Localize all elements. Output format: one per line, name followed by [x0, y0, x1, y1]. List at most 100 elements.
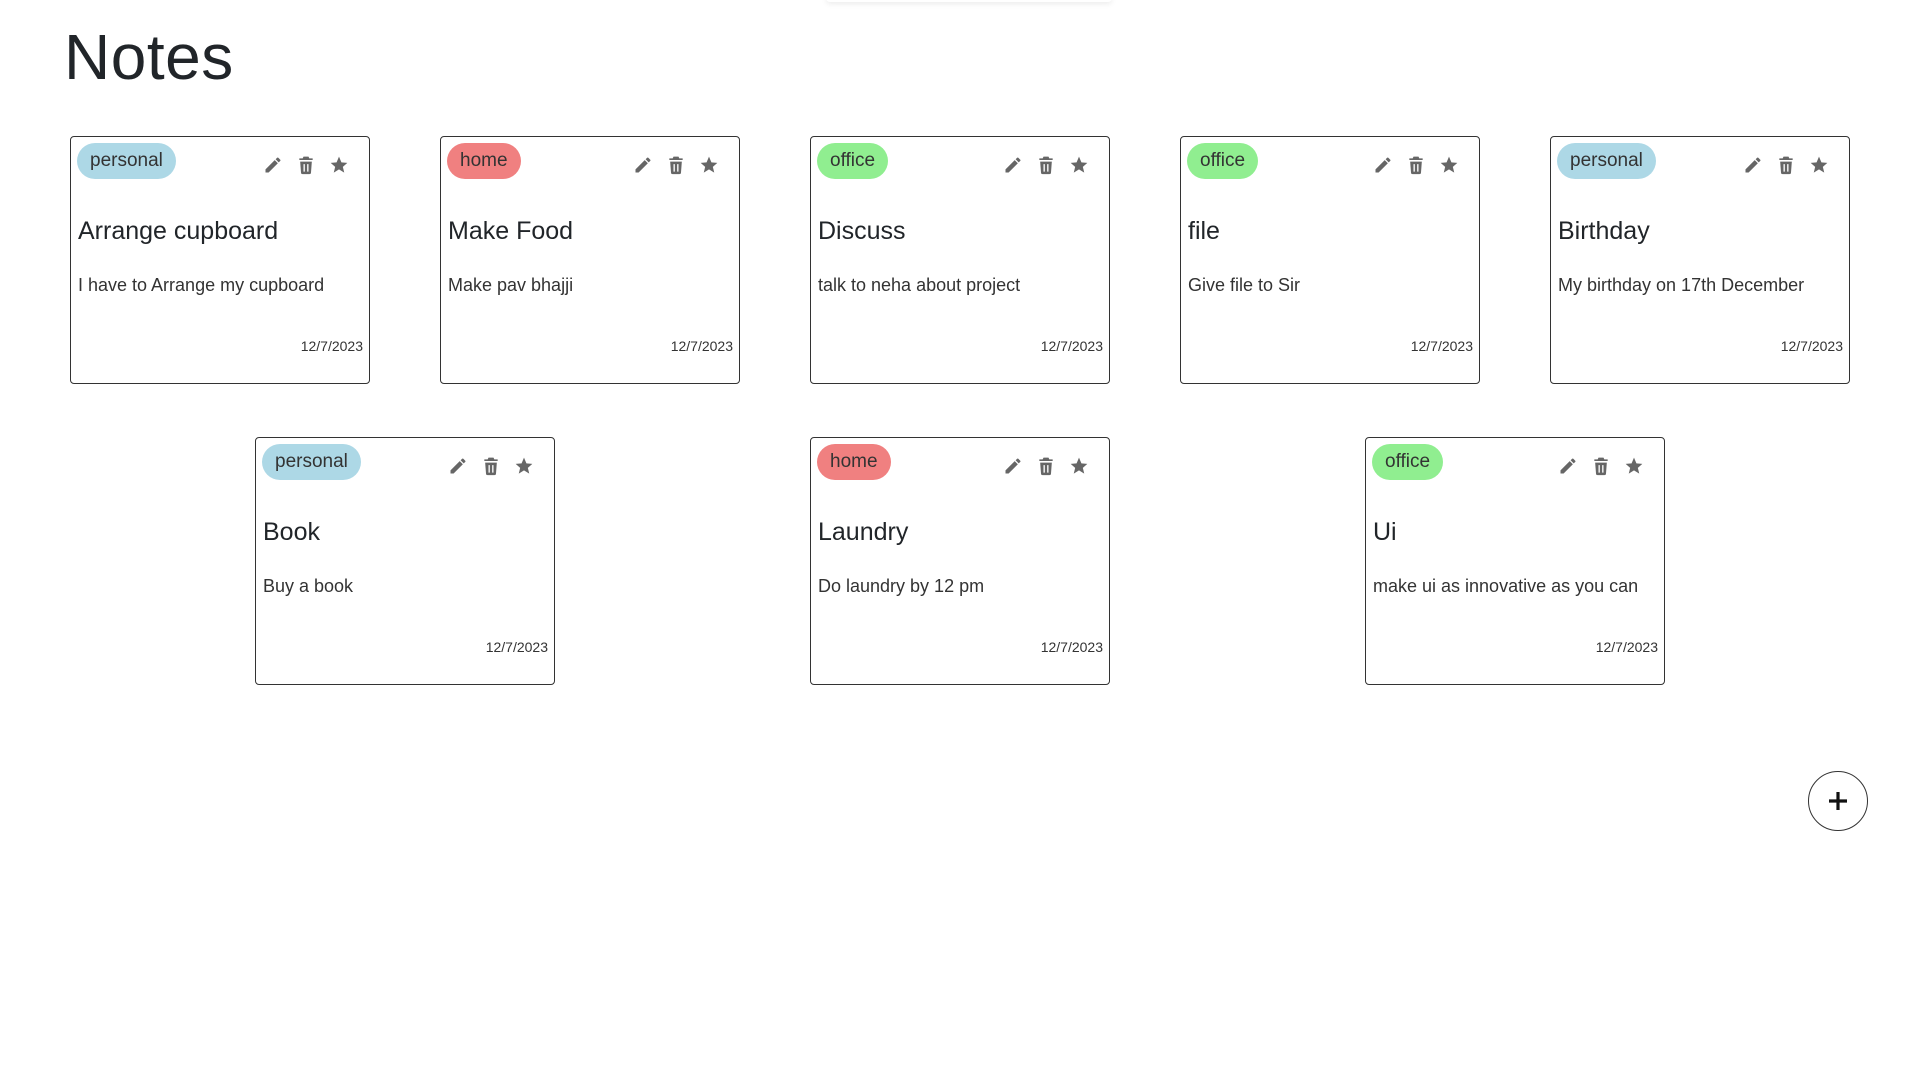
note-title: Make Food [448, 217, 574, 245]
note-date: 12/7/2023 [1595, 639, 1658, 655]
edit-button[interactable] [1003, 155, 1023, 175]
delete-button[interactable] [481, 456, 501, 476]
note-date: 12/7/2023 [485, 639, 548, 655]
note-title: Laundry [818, 518, 909, 546]
favorite-button[interactable] [1069, 456, 1089, 476]
note-card: home Make Food Make pav bhajji 12/7/2023 [440, 136, 740, 384]
delete-button[interactable] [1036, 456, 1056, 476]
note-actions [1558, 456, 1644, 476]
trash-icon [1036, 456, 1056, 476]
note-text: My birthday on 17th December [1558, 275, 1805, 295]
top-toolbar-edge [826, 0, 1112, 2]
tag-badge: office [1372, 444, 1444, 480]
trash-icon [1036, 155, 1056, 175]
plus-icon [1829, 792, 1847, 810]
note-text: make ui as innovative as you can [1373, 576, 1639, 596]
pencil-icon [1373, 155, 1393, 175]
star-icon [329, 155, 349, 175]
trash-icon [666, 155, 686, 175]
tag-badge: personal [1557, 143, 1656, 179]
delete-button[interactable] [1036, 155, 1056, 175]
note-card: office Ui make ui as innovative as you c… [1365, 437, 1665, 685]
note-actions [1003, 456, 1089, 476]
note-card: office Discuss talk to neha about projec… [810, 136, 1110, 384]
note-date: 12/7/2023 [1040, 639, 1103, 655]
note-card: office file Give file to Sir 12/7/2023 [1180, 136, 1480, 384]
delete-button[interactable] [1406, 155, 1426, 175]
note-actions [263, 155, 349, 175]
note-date: 12/7/2023 [300, 338, 363, 354]
edit-button[interactable] [633, 155, 653, 175]
delete-button[interactable] [666, 155, 686, 175]
note-title: Birthday [1558, 217, 1650, 245]
edit-button[interactable] [1003, 456, 1023, 476]
favorite-button[interactable] [699, 155, 719, 175]
edit-button[interactable] [448, 456, 468, 476]
favorite-button[interactable] [329, 155, 349, 175]
note-text: I have to Arrange my cupboard [78, 275, 325, 295]
star-icon [1624, 456, 1644, 476]
favorite-button[interactable] [1624, 456, 1644, 476]
star-icon [1439, 155, 1459, 175]
pencil-icon [1558, 456, 1578, 476]
note-card: personal Birthday My birthday on 17th De… [1550, 136, 1850, 384]
trash-icon [1406, 155, 1426, 175]
notes-row-1: personal Arrange cupboard I have to Arra… [0, 136, 1920, 384]
star-icon [1809, 155, 1829, 175]
note-text: Give file to Sir [1188, 275, 1301, 295]
star-icon [699, 155, 719, 175]
pencil-icon [448, 456, 468, 476]
note-actions [633, 155, 719, 175]
tag-badge: office [817, 143, 889, 179]
pencil-icon [1003, 456, 1023, 476]
note-date: 12/7/2023 [1410, 338, 1473, 354]
trash-icon [1591, 456, 1611, 476]
edit-button[interactable] [263, 155, 283, 175]
note-title: Arrange cupboard [78, 217, 279, 245]
delete-button[interactable] [296, 155, 316, 175]
note-text: Do laundry by 12 pm [818, 576, 985, 596]
note-card: personal Book Buy a book 12/7/2023 [255, 437, 555, 685]
pencil-icon [263, 155, 283, 175]
note-text: Make pav bhajji [448, 275, 574, 295]
trash-icon [481, 456, 501, 476]
note-text: Buy a book [263, 576, 354, 596]
pencil-icon [633, 155, 653, 175]
star-icon [1069, 456, 1089, 476]
note-card: home Laundry Do laundry by 12 pm 12/7/20… [810, 437, 1110, 685]
note-text: talk to neha about project [818, 275, 1021, 295]
tag-badge: office [1187, 143, 1259, 179]
trash-icon [296, 155, 316, 175]
tag-badge: personal [262, 444, 361, 480]
note-actions [448, 456, 534, 476]
favorite-button[interactable] [1809, 155, 1829, 175]
pencil-icon [1003, 155, 1023, 175]
note-date: 12/7/2023 [670, 338, 733, 354]
note-actions [1743, 155, 1829, 175]
edit-button[interactable] [1743, 155, 1763, 175]
note-title: Ui [1373, 518, 1397, 546]
star-icon [514, 456, 534, 476]
note-actions [1003, 155, 1089, 175]
favorite-button[interactable] [514, 456, 534, 476]
note-card: personal Arrange cupboard I have to Arra… [70, 136, 370, 384]
trash-icon [1776, 155, 1796, 175]
delete-button[interactable] [1591, 456, 1611, 476]
star-icon [1069, 155, 1089, 175]
note-title: Book [263, 518, 320, 546]
note-title: file [1188, 217, 1220, 245]
note-date: 12/7/2023 [1780, 338, 1843, 354]
add-note-button[interactable] [1808, 771, 1868, 831]
page-title: Notes [64, 21, 234, 93]
delete-button[interactable] [1776, 155, 1796, 175]
note-date: 12/7/2023 [1040, 338, 1103, 354]
edit-button[interactable] [1373, 155, 1393, 175]
pencil-icon [1743, 155, 1763, 175]
note-title: Discuss [818, 217, 906, 245]
edit-button[interactable] [1558, 456, 1578, 476]
tag-badge: home [447, 143, 521, 179]
tag-badge: personal [77, 143, 176, 179]
favorite-button[interactable] [1439, 155, 1459, 175]
favorite-button[interactable] [1069, 155, 1089, 175]
notes-row-2: personal Book Buy a book 12/7/2023 home [0, 437, 1920, 685]
